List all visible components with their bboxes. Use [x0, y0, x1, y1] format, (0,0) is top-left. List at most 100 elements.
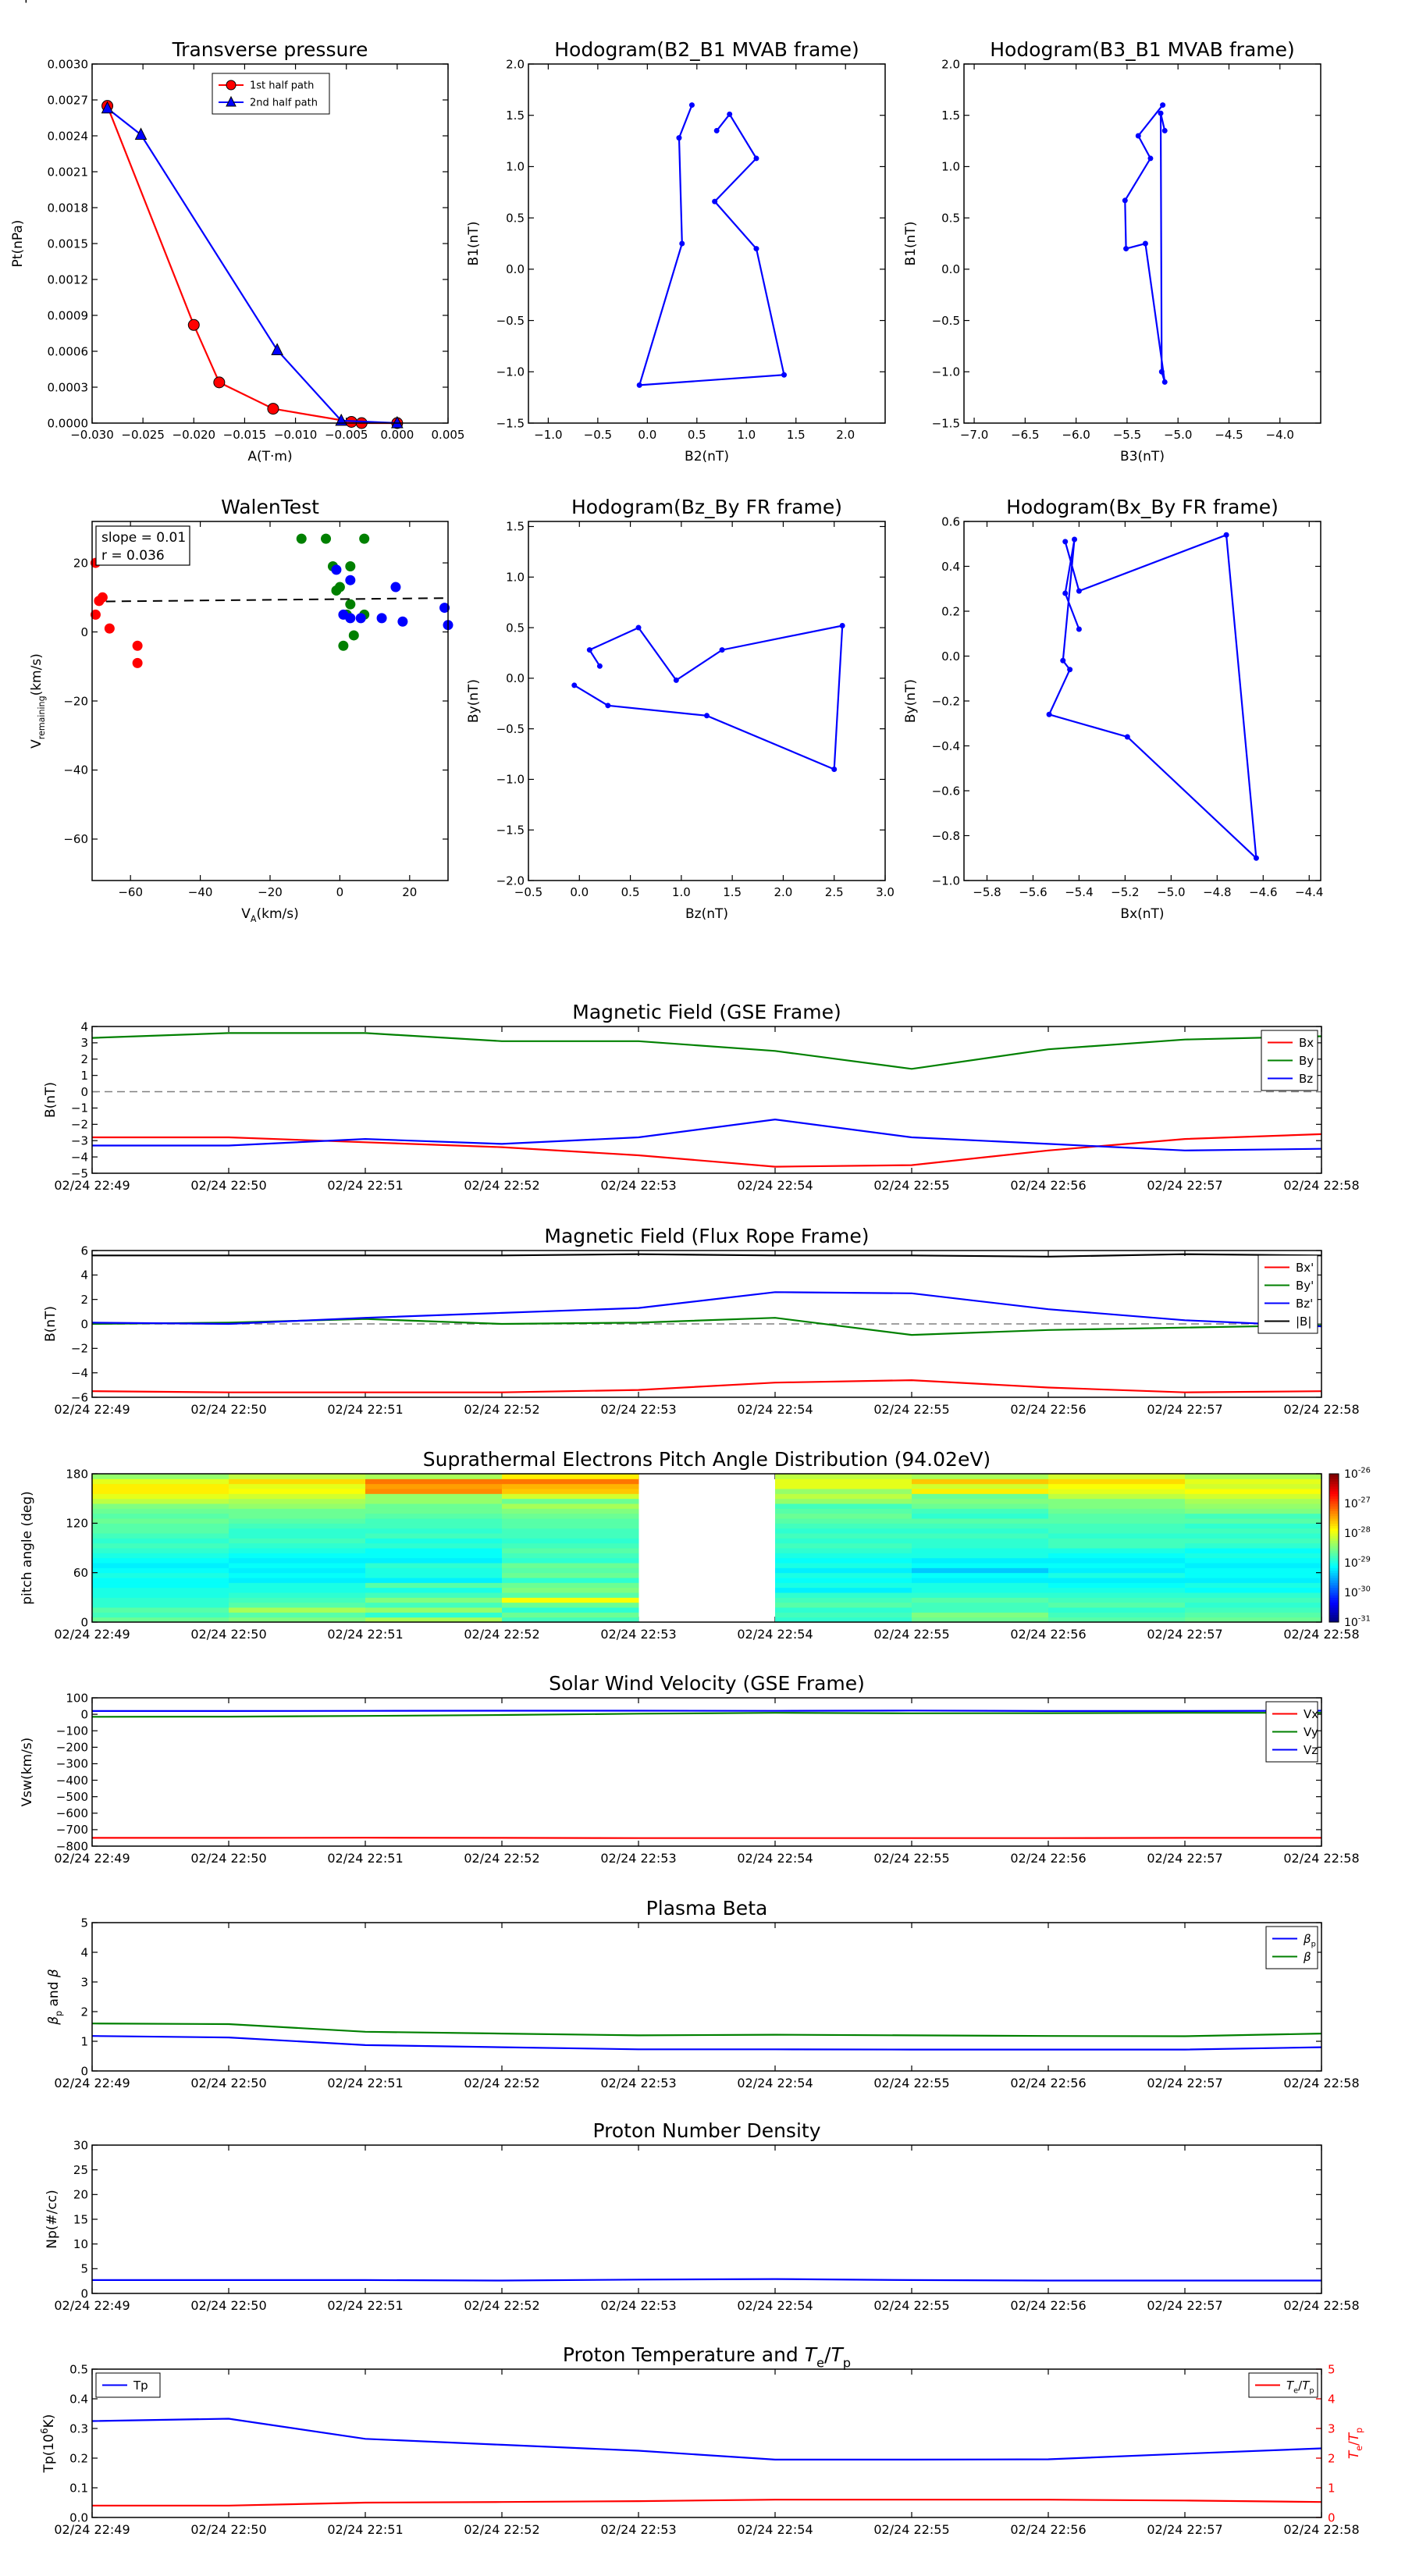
heatmap-cell — [1048, 1607, 1186, 1613]
chart-magnetic-field-fr: Magnetic Field (Flux Rope Frame) 02/24 22… — [43, 1225, 1360, 1417]
x-tick-label: 0.005 — [432, 428, 465, 442]
heatmap-cell — [92, 1592, 229, 1598]
data-point — [1067, 667, 1073, 673]
colorbar-cell — [1329, 1530, 1339, 1534]
y-tick-label: 0.4 — [941, 560, 960, 574]
heatmap-cell — [1185, 1548, 1322, 1553]
legend-label: 2nd half path — [250, 98, 318, 109]
chart-pitch-angle-distribution: Suprathermal Electrons Pitch Angle Distr… — [20, 1448, 1371, 1642]
heatmap-cell — [1185, 1567, 1322, 1574]
heatmap-cell — [229, 1587, 366, 1593]
legend-label: Tp — [133, 2379, 148, 2393]
heatmap-cell — [1048, 1508, 1186, 1514]
y-tick-label: −300 — [56, 1757, 88, 1771]
y-tick-label-right: 1 — [1328, 2481, 1336, 2495]
legend-label: Vy — [1304, 1725, 1318, 1739]
x-tick-label: 02/24 22:49 — [54, 1402, 130, 1417]
y-tick-label: 0 — [80, 1317, 88, 1331]
heatmap-cell — [912, 1553, 1049, 1559]
heatmap-cell — [229, 1553, 366, 1559]
x-tick-label: 02/24 22:58 — [1283, 2076, 1359, 2090]
x-tick-label: −1.0 — [534, 428, 562, 442]
data-point — [713, 127, 720, 133]
x-tick-label: 02/24 22:49 — [54, 1178, 130, 1193]
y-tick-label: 0.4 — [69, 2392, 88, 2406]
heatmap-cell — [1048, 1548, 1186, 1553]
y-tick-label: −1.5 — [496, 823, 525, 837]
heatmap-cell — [229, 1607, 366, 1613]
colorbar-tick-label: 10-28 — [1344, 1526, 1371, 1540]
x-tick-label: 02/24 22:57 — [1147, 1402, 1222, 1417]
series-line — [92, 1253, 1322, 1258]
x-tick-label: 02/24 22:55 — [873, 2076, 949, 2090]
y-tick-label: 3 — [80, 1975, 88, 1989]
colorbar-cell — [1329, 1572, 1339, 1576]
series-line — [92, 1118, 1322, 1151]
x-tick-label: 02/24 22:53 — [600, 2076, 676, 2090]
heatmap-cell — [1048, 1612, 1186, 1618]
y-axis-label-right: Te/Tp — [1346, 2428, 1364, 2459]
y-tick-label: −1.5 — [932, 416, 960, 430]
colorbar-cell — [1329, 1555, 1339, 1559]
legend: βpβ — [1265, 1926, 1318, 1969]
heatmap-cell — [229, 1592, 366, 1598]
legend: 1st half path 2nd half path — [212, 73, 330, 115]
heatmap-cell — [775, 1474, 912, 1479]
heatmap-cell — [365, 1553, 503, 1559]
plot-frame — [963, 521, 1321, 881]
y-tick-label: −4 — [71, 1366, 88, 1380]
heatmap-cell — [365, 1587, 503, 1593]
x-tick-label: 02/24 22:54 — [737, 1627, 813, 1642]
y-axis-label: Pt(nPa) — [10, 220, 26, 268]
y-tick-label: 0.0003 — [48, 380, 89, 394]
heatmap-cell — [1048, 1474, 1186, 1479]
colorbar-cell — [1329, 1587, 1339, 1591]
x-axis-label: B2(nT) — [685, 449, 729, 464]
y-tick-label: −1.0 — [932, 873, 960, 888]
data-point — [359, 533, 370, 544]
y-tick-label: −40 — [63, 763, 88, 777]
data-point — [839, 622, 845, 628]
data-point — [1060, 657, 1066, 664]
y-tick-label: 0.0009 — [48, 308, 89, 322]
heatmap-cell — [1185, 1597, 1322, 1603]
y-tick-label: −0.4 — [932, 739, 960, 753]
x-tick-label: 02/24 22:58 — [1283, 2522, 1359, 2537]
chart-proton-temperature: 02/24 22:49 02/24 22:50 02/24 22:51 02/24 2… — [39, 2343, 1364, 2537]
y-tick-label: 0.0 — [941, 649, 960, 664]
heatmap-cell — [502, 1513, 639, 1519]
fit-line — [105, 597, 449, 603]
y-tick-label: −2 — [71, 1342, 88, 1356]
chart-transverse-pressure: Transverse pressure−0.030 −0.025 −0.020 −0.… — [10, 38, 464, 464]
legend-label: Bz' — [1296, 1297, 1313, 1311]
y-tick-label: 1.0 — [506, 571, 525, 585]
legend: Vx Vy Vz — [1265, 1701, 1318, 1763]
heatmap-cell — [502, 1503, 639, 1509]
heatmap-cell — [912, 1489, 1049, 1494]
y-tick-label: −0.5 — [496, 722, 525, 736]
heatmap-cell — [912, 1513, 1049, 1519]
data-point — [1062, 539, 1069, 545]
x-tick-label: 02/24 22:57 — [1147, 2522, 1222, 2537]
heatmap-cell — [1185, 1528, 1322, 1534]
y-axis-label: βp and β — [46, 1969, 64, 2026]
data-point — [704, 713, 710, 719]
series-line — [92, 1133, 1322, 1168]
heatmap-cell — [502, 1493, 639, 1500]
colorbar-cell — [1329, 1553, 1339, 1556]
data-point — [1123, 246, 1129, 252]
data-point — [636, 382, 642, 388]
chart-hodogram-bx-by: Hodogram(Bx_By FR frame) −5.8 −5.6 −5.4 −5.2… — [903, 496, 1323, 922]
series-line — [638, 105, 785, 386]
heatmap-cell — [1185, 1592, 1322, 1598]
y-tick-label: 1 — [80, 2034, 88, 2048]
heatmap-cell — [92, 1483, 229, 1489]
heatmap-cell — [365, 1478, 503, 1485]
heatmap-cell — [1185, 1533, 1322, 1539]
heatmap-cell — [912, 1498, 1049, 1504]
chart-title: Hodogram(Bx_By FR frame) — [1006, 496, 1279, 518]
heatmap-cell — [229, 1508, 366, 1514]
x-tick-label: 02/24 22:54 — [737, 2076, 813, 2090]
colorbar-cell — [1329, 1560, 1339, 1564]
heatmap-cell — [92, 1489, 229, 1494]
